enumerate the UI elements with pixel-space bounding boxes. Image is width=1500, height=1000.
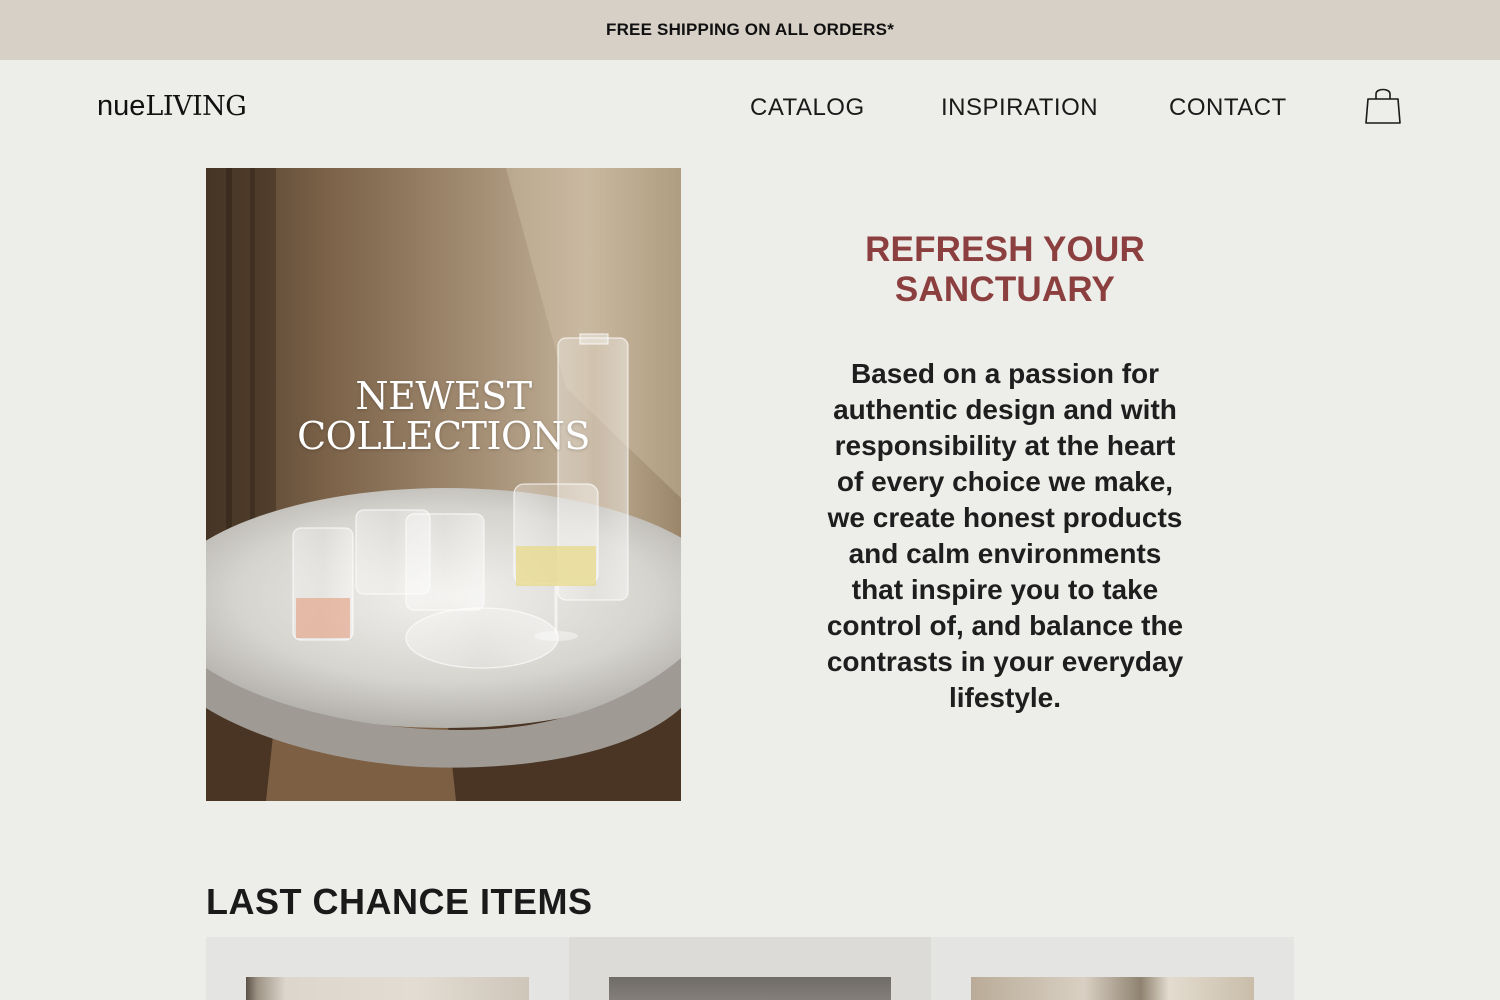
hero-text-block: REFRESH YOUR SANCTUARY Based on a passio… [820, 230, 1190, 716]
hero-title: REFRESH YOUR SANCTUARY [865, 230, 1145, 309]
last-chance-grid [206, 937, 1294, 1000]
hero-body: Based on a passion for authentic design … [826, 358, 1184, 713]
hero-caption: NEWEST COLLECTIONS [206, 376, 681, 456]
product-image[interactable] [971, 977, 1254, 1000]
product-image[interactable] [246, 977, 529, 1000]
last-chance-title: LAST CHANCE ITEMS [206, 881, 593, 922]
product-image[interactable] [609, 977, 891, 1000]
product-card[interactable] [569, 937, 931, 1000]
nav-contact[interactable]: CONTACT [1169, 92, 1287, 124]
announcement-text: FREE SHIPPING ON ALL ORDERS* [605, 20, 895, 39]
logo-prefix: nue [97, 90, 146, 122]
product-card[interactable] [931, 937, 1294, 1000]
nav-inspiration[interactable]: INSPIRATION [941, 92, 1098, 124]
hero-caption-line2: COLLECTIONS [297, 414, 590, 458]
hero-caption-line1: NEWEST [355, 374, 532, 418]
site-logo[interactable]: nueLIVING [97, 86, 247, 127]
nav-catalog[interactable]: CATALOG [750, 92, 865, 124]
product-card[interactable] [206, 937, 569, 1000]
shopping-bag-icon[interactable] [1364, 85, 1402, 125]
announcement-bar: FREE SHIPPING ON ALL ORDERS* [0, 0, 1500, 60]
hero-image[interactable]: NEWEST COLLECTIONS [206, 168, 681, 801]
logo-suffix: LIVING [145, 91, 247, 122]
